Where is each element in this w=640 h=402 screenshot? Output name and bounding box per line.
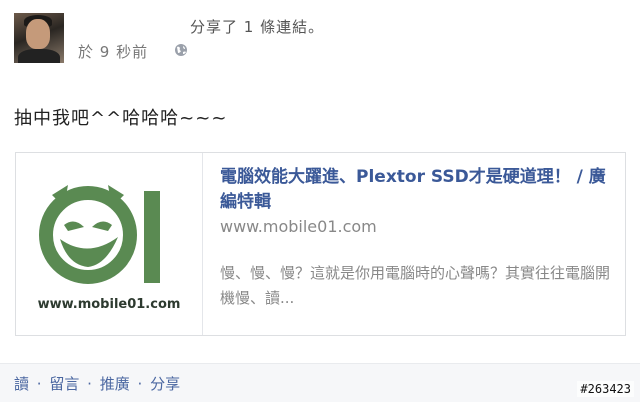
post-timestamp[interactable]: 於 9 秒前: [78, 41, 148, 62]
avatar-face: [26, 19, 50, 49]
avatar-shirt: [18, 49, 60, 63]
read-link[interactable]: 讀: [14, 375, 29, 393]
status-message: 抽中我吧^^哈哈哈~~~: [14, 108, 228, 129]
action-separator: ·: [36, 375, 42, 393]
globe-icon[interactable]: [174, 43, 188, 57]
link-description: 慢、慢、慢？這就是你用電腦時的心聲嗎？其實往往電腦開機慢、讀...: [220, 264, 611, 307]
action-separator: ·: [137, 375, 143, 393]
avatar[interactable]: [14, 13, 64, 63]
thumbnail-url-text: www.mobile01.com: [37, 297, 181, 312]
shared-link-text: 分享了 1 條連結。: [190, 18, 325, 36]
link-preview-card[interactable]: www.mobile01.com 電腦效能大躍進、Plextor SSD才是硬道…: [15, 152, 626, 336]
link-title[interactable]: 電腦效能大躍進、Plextor SSD才是硬道理！ / 廣編特輯: [220, 165, 610, 215]
action-separator: ·: [87, 375, 92, 393]
link-domain: www.mobile01.com: [220, 217, 377, 236]
post-action-bar: 讀 · 留言 · 推廣 · 分享: [0, 363, 640, 402]
mobile01-logo-icon: [39, 185, 160, 284]
promote-link[interactable]: 推廣: [100, 375, 130, 393]
action-links: 讀 · 留言 · 推廣 · 分享: [14, 373, 180, 394]
share-link[interactable]: 分享: [150, 375, 180, 393]
image-id-watermark: #263423: [577, 381, 634, 397]
comment-link[interactable]: 留言: [49, 375, 79, 393]
link-thumbnail[interactable]: www.mobile01.com: [16, 153, 203, 335]
